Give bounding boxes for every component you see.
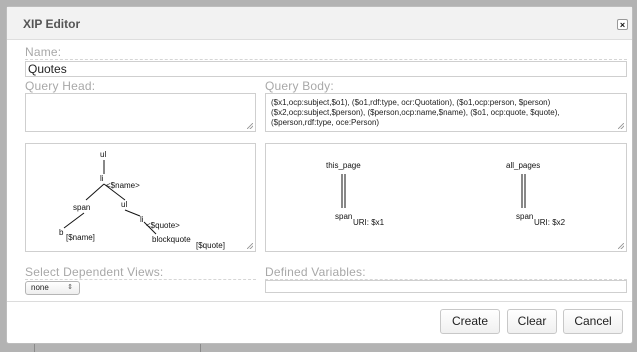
- create-button[interactable]: Create: [440, 309, 500, 334]
- defined-variables-label: Defined Variables:: [265, 265, 366, 279]
- query-body-value: ($x1,ocp:subject,$o1), ($o1,rdf:type, oc…: [271, 98, 560, 127]
- close-button[interactable]: ×: [617, 19, 628, 30]
- tree-node: b: [59, 228, 64, 237]
- xip-editor-dialog: XIP Editor × Name: Quotes Query Head: Qu…: [6, 6, 633, 344]
- dialog-titlebar[interactable]: XIP Editor ×: [7, 7, 632, 40]
- query-head-diagram[interactable]: ul li <$name> span ul b [$name] li <$quo…: [25, 143, 256, 252]
- tree-node: [$name]: [66, 233, 95, 242]
- divider: [25, 59, 627, 60]
- backdrop-divider: [34, 344, 35, 352]
- query-head-label: Query Head:: [25, 79, 96, 93]
- query-body-label: Query Body:: [265, 79, 334, 93]
- divider: [25, 279, 256, 280]
- body-graph-svg: this_page span URI: $x1 all_pages span U…: [326, 161, 566, 227]
- backdrop-divider: [200, 344, 201, 352]
- resize-handle-icon[interactable]: [618, 243, 624, 249]
- tree-node: <$quote>: [146, 221, 180, 230]
- resize-handle-icon[interactable]: [247, 243, 253, 249]
- query-body-textarea[interactable]: ($x1,ocp:subject,$o1), ($o1,rdf:type, oc…: [265, 93, 627, 132]
- tree-node: ul: [121, 200, 127, 209]
- tree-node: li: [140, 215, 144, 224]
- graph-node-this-page: this_page: [326, 161, 361, 170]
- cancel-button[interactable]: Cancel: [563, 309, 623, 334]
- tree-node: blockquote: [152, 235, 191, 244]
- dependent-views-value: none: [31, 283, 49, 292]
- graph-node-span: span: [516, 212, 533, 221]
- dialog-title: XIP Editor: [23, 17, 81, 31]
- query-head-textarea[interactable]: [25, 93, 256, 132]
- dependent-views-label: Select Dependent Views:: [25, 265, 164, 279]
- dependent-views-select[interactable]: none ⇕: [25, 281, 80, 295]
- resize-handle-icon[interactable]: [247, 123, 253, 129]
- query-body-diagram[interactable]: this_page span URI: $x1 all_pages span U…: [265, 143, 627, 252]
- tree-node: li: [100, 174, 104, 183]
- resize-handle-icon[interactable]: [618, 123, 624, 129]
- tree-node: span: [73, 203, 90, 212]
- tree-node: [$quote]: [196, 241, 225, 250]
- graph-uri-label: URI: $x2: [534, 218, 566, 227]
- name-value: Quotes: [28, 62, 67, 76]
- footer-divider: [7, 301, 632, 302]
- graph-node-span: span: [335, 212, 352, 221]
- head-tree-svg: ul li <$name> span ul b [$name] li <$quo…: [59, 150, 225, 250]
- graph-uri-label: URI: $x1: [353, 218, 385, 227]
- close-icon: ×: [619, 20, 626, 30]
- name-input[interactable]: Quotes: [25, 61, 627, 77]
- tree-node: ul: [100, 150, 106, 159]
- tree-node: <$name>: [106, 181, 140, 190]
- name-label: Name:: [25, 45, 62, 59]
- clear-button[interactable]: Clear: [507, 309, 557, 334]
- updown-arrows-icon: ⇕: [67, 284, 73, 291]
- defined-variables-field[interactable]: [265, 280, 627, 293]
- graph-node-all-pages: all_pages: [506, 161, 540, 170]
